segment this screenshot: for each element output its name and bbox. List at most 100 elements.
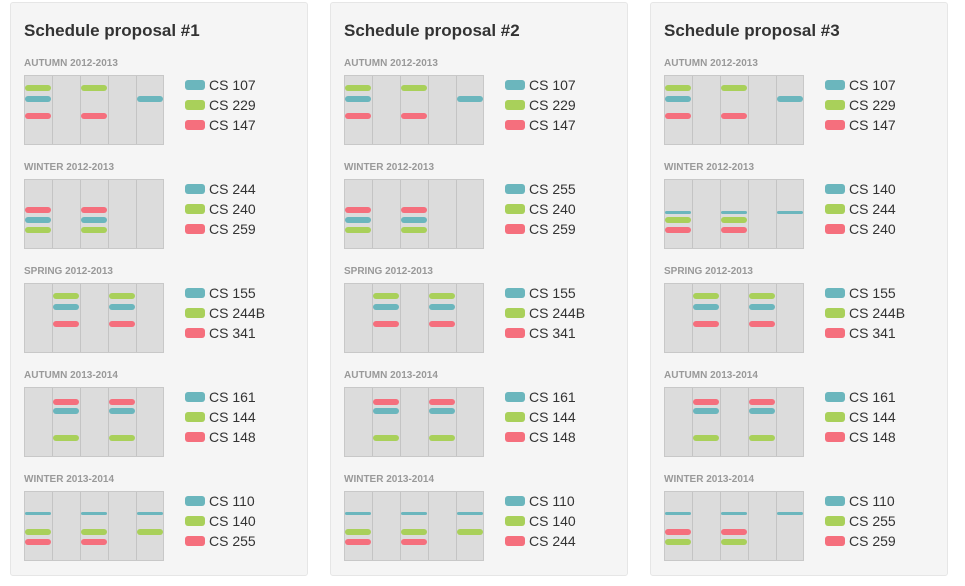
class-block[interactable] [401,207,427,213]
class-block[interactable] [457,512,483,515]
class-block[interactable] [345,207,371,213]
class-block[interactable] [373,399,399,405]
class-block[interactable] [401,85,427,91]
class-block[interactable] [345,512,371,515]
class-block[interactable] [373,293,399,299]
class-block[interactable] [373,435,399,441]
class-block[interactable] [665,227,691,233]
class-block[interactable] [429,321,455,327]
class-block[interactable] [429,304,455,310]
day-divider [80,492,81,560]
class-block[interactable] [109,399,135,405]
class-block[interactable] [693,304,719,310]
class-block[interactable] [665,96,691,102]
class-block[interactable] [373,408,399,414]
class-block[interactable] [749,304,775,310]
class-block[interactable] [721,529,747,535]
class-block[interactable] [721,211,747,214]
class-block[interactable] [721,227,747,233]
class-block[interactable] [81,207,107,213]
class-block[interactable] [721,85,747,91]
class-block[interactable] [109,304,135,310]
class-block[interactable] [81,512,107,515]
class-block[interactable] [109,321,135,327]
class-block[interactable] [429,435,455,441]
class-block[interactable] [665,529,691,535]
class-block[interactable] [749,435,775,441]
class-block[interactable] [457,96,483,102]
class-block[interactable] [137,96,163,102]
class-block[interactable] [777,211,803,214]
class-block[interactable] [373,321,399,327]
class-block[interactable] [109,435,135,441]
class-block[interactable] [53,304,79,310]
class-block[interactable] [53,408,79,414]
class-block[interactable] [749,408,775,414]
class-block[interactable] [81,217,107,223]
class-block[interactable] [25,207,51,213]
class-block[interactable] [53,435,79,441]
class-block[interactable] [401,217,427,223]
class-block[interactable] [749,399,775,405]
class-block[interactable] [665,211,691,214]
class-block[interactable] [109,293,135,299]
class-block[interactable] [721,539,747,545]
class-block[interactable] [693,399,719,405]
class-block[interactable] [25,227,51,233]
class-block[interactable] [345,529,371,535]
class-block[interactable] [53,293,79,299]
class-block[interactable] [81,529,107,535]
class-block[interactable] [25,512,51,515]
class-block[interactable] [345,539,371,545]
class-block[interactable] [665,217,691,223]
week-calendar [24,387,164,457]
class-block[interactable] [429,399,455,405]
class-block[interactable] [665,85,691,91]
class-block[interactable] [81,85,107,91]
class-block[interactable] [25,529,51,535]
class-block[interactable] [401,539,427,545]
proposal-title: Schedule proposal #1 [24,21,200,40]
class-block[interactable] [345,217,371,223]
class-block[interactable] [81,113,107,119]
class-block[interactable] [109,408,135,414]
class-block[interactable] [721,217,747,223]
class-block[interactable] [401,227,427,233]
class-block[interactable] [749,293,775,299]
class-block[interactable] [401,113,427,119]
class-block[interactable] [81,227,107,233]
class-block[interactable] [457,529,483,535]
class-block[interactable] [25,217,51,223]
class-block[interactable] [25,96,51,102]
class-block[interactable] [25,113,51,119]
legend-item: CS 229 [185,95,256,115]
class-block[interactable] [721,512,747,515]
class-block[interactable] [721,113,747,119]
class-block[interactable] [345,113,371,119]
class-block[interactable] [373,304,399,310]
class-block[interactable] [693,408,719,414]
class-block[interactable] [401,529,427,535]
class-block[interactable] [665,539,691,545]
class-block[interactable] [81,539,107,545]
class-block[interactable] [53,321,79,327]
class-block[interactable] [749,321,775,327]
class-block[interactable] [429,293,455,299]
class-block[interactable] [693,435,719,441]
class-block[interactable] [25,539,51,545]
class-block[interactable] [25,85,51,91]
class-block[interactable] [345,96,371,102]
class-block[interactable] [665,512,691,515]
class-block[interactable] [693,293,719,299]
class-block[interactable] [53,399,79,405]
class-block[interactable] [429,408,455,414]
class-block[interactable] [345,85,371,91]
class-block[interactable] [665,113,691,119]
class-block[interactable] [345,227,371,233]
class-block[interactable] [137,529,163,535]
class-block[interactable] [693,321,719,327]
class-block[interactable] [777,512,803,515]
class-block[interactable] [137,512,163,515]
class-block[interactable] [777,96,803,102]
class-block[interactable] [401,512,427,515]
